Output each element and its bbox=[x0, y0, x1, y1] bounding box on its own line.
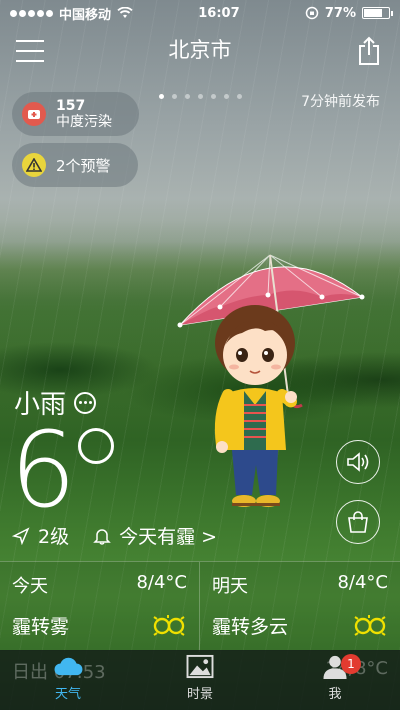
page-dot bbox=[158, 94, 164, 99]
forecast-tomorrow[interactable]: 明天 8/4°C 霾转多云 bbox=[200, 562, 400, 652]
forecast-panel: 今天 8/4°C 霾转雾 明天 8/4°C 霾转多云 bbox=[0, 561, 400, 652]
photo-icon bbox=[186, 654, 214, 679]
degree-symbol-icon bbox=[78, 428, 114, 464]
tab-label: 天气 bbox=[54, 687, 81, 702]
warning-icon bbox=[22, 153, 46, 177]
shop-button[interactable] bbox=[336, 500, 380, 544]
forecast-day-label: 今天 bbox=[12, 576, 48, 597]
battery-fill bbox=[364, 9, 383, 17]
share-icon[interactable] bbox=[356, 36, 382, 66]
page-dot bbox=[210, 94, 216, 99]
page-dot bbox=[171, 94, 177, 99]
air-quality-label: 中度污染 bbox=[56, 114, 112, 130]
rotation-lock-icon bbox=[305, 6, 319, 20]
tab-bar: 日出 07:53 24/8°C 天气 时景 1 我 bbox=[0, 650, 400, 710]
speaker-icon bbox=[347, 452, 369, 472]
signal-icon bbox=[10, 9, 53, 17]
forecast-today[interactable]: 今天 8/4°C 霾转雾 bbox=[0, 562, 200, 652]
status-bar: 中国移动 16:07 77% bbox=[0, 0, 400, 26]
page-dot bbox=[223, 94, 229, 99]
status-time: 16:07 bbox=[198, 5, 240, 21]
wind-row: 2级 今天有霾 > bbox=[12, 522, 217, 549]
cloud-icon bbox=[54, 657, 83, 676]
bell-icon bbox=[93, 528, 111, 545]
page-dot bbox=[236, 94, 242, 99]
temperature-value: 6 bbox=[10, 409, 76, 531]
battery-percent: 77% bbox=[324, 5, 356, 21]
publish-time: 7分钟前发布 bbox=[301, 94, 380, 110]
forecast-temp: 8/4°C bbox=[337, 572, 388, 593]
forecast-condition: 霾转多云 bbox=[212, 616, 289, 638]
warning-label: 2个预警 bbox=[56, 156, 111, 175]
tab-weather[interactable]: 天气 bbox=[28, 654, 108, 708]
character-illustration[interactable] bbox=[170, 245, 370, 520]
forecast-temp: 8/4°C bbox=[136, 572, 187, 593]
carrier-label: 中国移动 bbox=[59, 7, 112, 23]
page-dot bbox=[184, 94, 190, 99]
haze-icon bbox=[354, 614, 386, 636]
page-dot bbox=[197, 94, 203, 99]
top-bar: 北京市 bbox=[0, 30, 400, 99]
voice-broadcast-button[interactable] bbox=[336, 440, 380, 484]
air-quality-text: 157 中度污染 bbox=[56, 98, 112, 130]
status-left: 中国移动 bbox=[10, 4, 133, 23]
tab-me[interactable]: 1 我 bbox=[295, 654, 375, 708]
forecast-day-label: 明天 bbox=[212, 576, 248, 597]
haze-notice[interactable]: 今天有霾 > bbox=[119, 522, 217, 549]
haze-icon bbox=[153, 614, 185, 636]
air-quality-icon bbox=[22, 102, 46, 126]
forecast-condition: 霾转雾 bbox=[12, 616, 70, 638]
more-icon[interactable] bbox=[74, 391, 97, 414]
wifi-icon bbox=[117, 7, 133, 18]
wind-direction-icon bbox=[12, 526, 30, 545]
warning-pill[interactable]: 2个预警 bbox=[12, 143, 138, 187]
wind-level: 2级 bbox=[38, 526, 70, 548]
city-title[interactable]: 北京市 bbox=[0, 34, 400, 64]
notification-badge: 1 bbox=[341, 654, 361, 674]
shopping-bag-icon bbox=[348, 511, 368, 533]
tab-label: 我 bbox=[328, 687, 342, 702]
tab-label: 时景 bbox=[186, 687, 213, 702]
air-quality-value: 157 bbox=[56, 98, 86, 114]
air-quality-pill[interactable]: 157 中度污染 bbox=[12, 92, 139, 136]
status-right: 77% bbox=[305, 5, 393, 21]
tab-scene[interactable]: 时景 bbox=[160, 654, 240, 708]
battery-icon bbox=[362, 7, 393, 19]
